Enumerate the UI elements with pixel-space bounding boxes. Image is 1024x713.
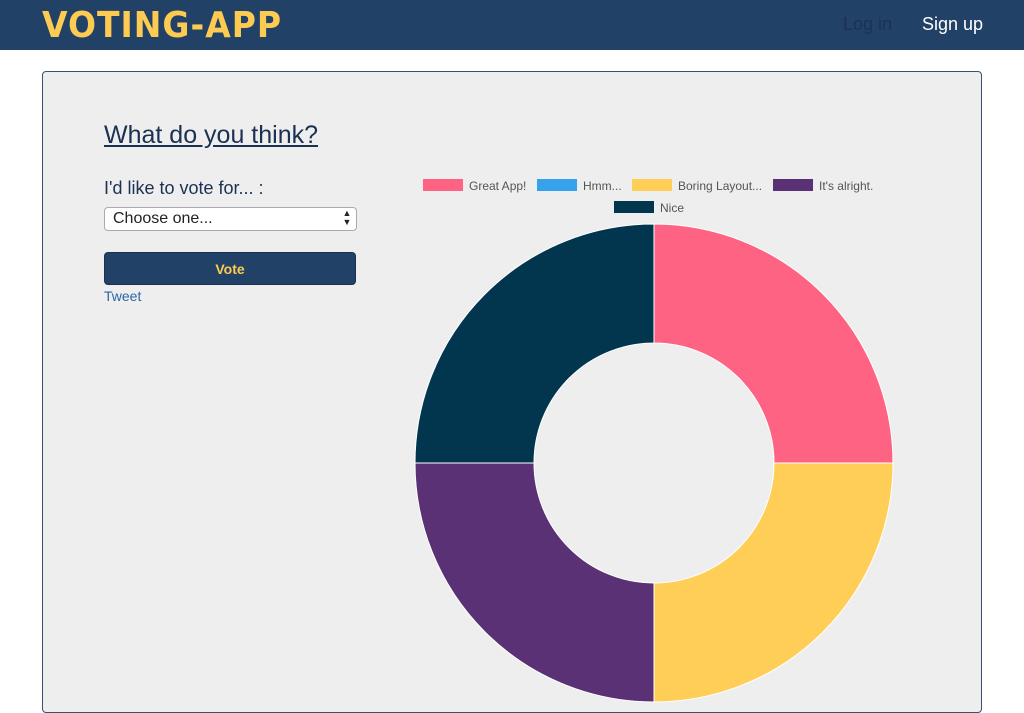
brand-logo[interactable]: VOTING-APP [42, 2, 282, 47]
navbar: VOTING-APP Log in Sign up [0, 0, 1024, 50]
donut-slice[interactable] [653, 462, 894, 703]
poll-card: What do you think? I'd like to vote for.… [42, 71, 982, 713]
donut-chart [414, 223, 894, 703]
donut-slice[interactable] [653, 223, 894, 464]
donut-slice[interactable] [414, 462, 655, 703]
donut-slice[interactable] [414, 223, 655, 464]
login-link[interactable]: Log in [843, 14, 892, 35]
signup-link[interactable]: Sign up [922, 14, 983, 35]
